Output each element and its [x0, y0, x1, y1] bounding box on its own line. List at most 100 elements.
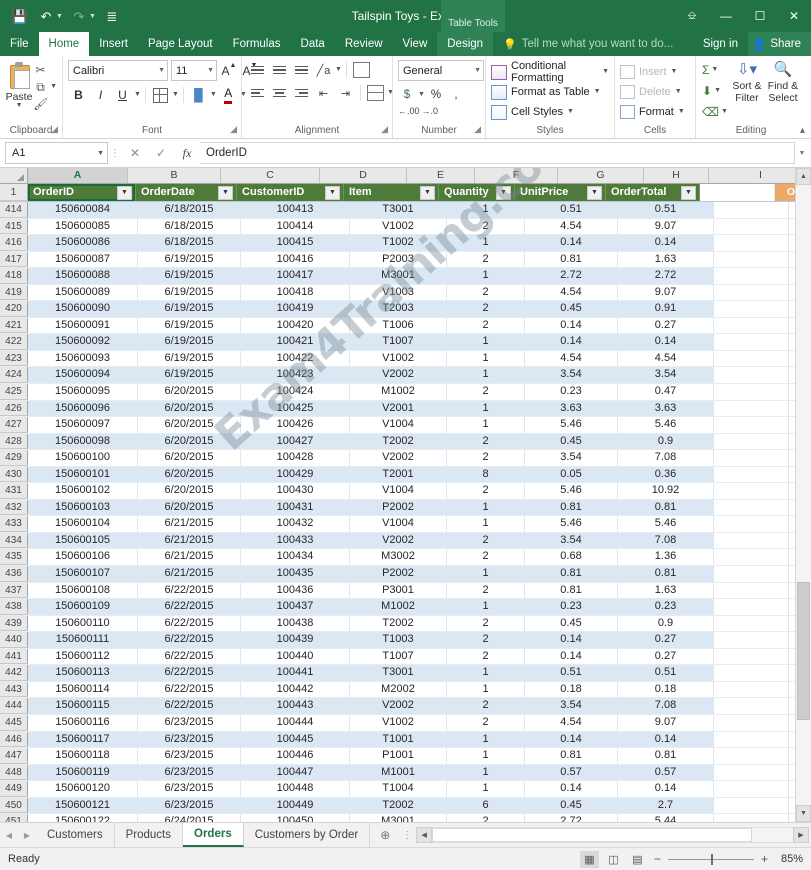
cell-H446[interactable] [714, 731, 789, 748]
cell-C416[interactable]: 100415 [241, 235, 350, 251]
cell-G420[interactable]: 0.91 [618, 301, 714, 317]
sheet-tab-orders[interactable]: Orders [183, 823, 244, 847]
cell-B431[interactable]: 6/20/2015 [138, 483, 241, 499]
font-size-combo[interactable]: 11 ▼ [171, 60, 217, 81]
cell-A432[interactable]: 150600103 [28, 499, 138, 516]
insert-cells-dropdown-icon[interactable]: ▼ [671, 68, 678, 75]
cell-C431[interactable]: 100430 [241, 483, 350, 499]
cell-I424[interactable] [789, 367, 795, 384]
cell-F426[interactable]: 3.63 [525, 400, 618, 417]
comma-format-button[interactable]: , [447, 85, 465, 104]
row-header-440[interactable]: 440 [0, 632, 28, 648]
cell-I434[interactable] [789, 532, 795, 549]
table-row[interactable]: 436 150600107 6/21/2015 100435 P2002 1 0.81 0.8… [0, 566, 795, 583]
tell-me-box[interactable]: 💡 Tell me what you want to do... [503, 32, 673, 56]
cell-B439[interactable]: 6/22/2015 [138, 615, 241, 632]
row-header-432[interactable]: 432 [0, 499, 28, 516]
cell-E451[interactable]: 2 [447, 814, 525, 822]
table-row[interactable]: 445 150600116 6/23/2015 100444 V1002 2 4.54 9.0… [0, 714, 795, 732]
cell-A450[interactable]: 150600121 [28, 797, 138, 814]
table-row[interactable]: 441 150600112 6/22/2015 100440 T1007 2 0.14 0.2… [0, 648, 795, 666]
cell-E449[interactable]: 1 [447, 781, 525, 797]
cell-G450[interactable]: 2.7 [618, 797, 714, 814]
previous-sheet-icon[interactable]: ◀ [0, 823, 18, 847]
cell-C424[interactable]: 100423 [241, 367, 350, 384]
cell-C423[interactable]: 100422 [241, 350, 350, 367]
cell-F434[interactable]: 3.54 [525, 532, 618, 549]
table-row[interactable]: 428 150600098 6/20/2015 100427 T2002 2 0.45 0.9 [0, 433, 795, 451]
redo-dropdown-icon[interactable]: ▼ [89, 13, 96, 20]
cell-styles-button[interactable]: Cell Styles ▼ [491, 102, 574, 122]
conditional-formatting-button[interactable]: Conditional Formatting ▼ [491, 60, 609, 84]
cell-H445[interactable] [714, 714, 789, 731]
cell-C441[interactable]: 100440 [241, 648, 350, 665]
cell-E448[interactable]: 1 [447, 764, 525, 781]
cell-B441[interactable]: 6/22/2015 [138, 648, 241, 665]
decrease-decimal-button[interactable]: →.0 [422, 106, 439, 116]
cell-C448[interactable]: 100447 [241, 764, 350, 781]
column-header-i[interactable]: I [709, 168, 795, 183]
underline-dropdown-icon[interactable]: ▼ [134, 91, 141, 98]
tab-data[interactable]: Data [291, 32, 335, 56]
cell-D419[interactable]: V1003 [350, 284, 447, 301]
filter-dropdown-icon-quantity[interactable]: ▼ [496, 185, 511, 200]
vertical-scrollbar[interactable]: ▲ ▼ [795, 168, 811, 822]
cell-E426[interactable]: 1 [447, 400, 525, 417]
align-center-button[interactable] [269, 83, 290, 103]
cell-I447[interactable] [789, 748, 795, 764]
undo-dropdown-icon[interactable]: ▼ [56, 13, 63, 20]
horizontal-scrollbar-track[interactable] [432, 827, 793, 843]
cell-F449[interactable]: 0.14 [525, 781, 618, 797]
tab-view[interactable]: View [393, 32, 438, 56]
cell-E445[interactable]: 2 [447, 714, 525, 731]
font-size-chevron-down-icon[interactable]: ▼ [203, 67, 214, 74]
merge-center-button[interactable] [365, 83, 386, 103]
cell-I438[interactable] [789, 599, 795, 615]
cell-I426[interactable] [789, 400, 795, 417]
cut-button[interactable]: ✂ [33, 62, 57, 78]
table-row[interactable]: 415 150600085 6/18/2015 100414 V1002 2 4.54 9.0… [0, 218, 795, 236]
cell-D421[interactable]: T1006 [350, 317, 447, 334]
expand-formula-bar-icon[interactable]: ▼ [795, 150, 809, 157]
row-header-442[interactable]: 442 [0, 665, 28, 681]
row-header-428[interactable]: 428 [0, 433, 28, 450]
cell-F437[interactable]: 0.81 [525, 582, 618, 599]
sign-in-button[interactable]: Sign in [697, 38, 744, 50]
cell-E432[interactable]: 1 [447, 499, 525, 516]
row-header-423[interactable]: 423 [0, 350, 28, 367]
cell-E423[interactable]: 1 [447, 350, 525, 367]
cell-F444[interactable]: 3.54 [525, 698, 618, 714]
align-bottom-button[interactable] [291, 60, 312, 80]
row-header-420[interactable]: 420 [0, 301, 28, 317]
cell-G447[interactable]: 0.81 [618, 748, 714, 764]
restore-icon[interactable]: ☐ [743, 0, 777, 32]
cell-E427[interactable]: 1 [447, 417, 525, 433]
row-header-434[interactable]: 434 [0, 532, 28, 549]
cell-B422[interactable]: 6/19/2015 [138, 334, 241, 350]
font-name-chevron-down-icon[interactable]: ▼ [154, 67, 165, 74]
cell-H432[interactable] [714, 499, 789, 516]
row-header-416[interactable]: 416 [0, 235, 28, 251]
add-sheet-icon[interactable]: ⊕ [370, 823, 400, 847]
cell-C451[interactable]: 100450 [241, 814, 350, 822]
cell-B444[interactable]: 6/22/2015 [138, 698, 241, 714]
cell-D443[interactable]: M2002 [350, 681, 447, 698]
row-header-449[interactable]: 449 [0, 781, 28, 797]
cell-G417[interactable]: 1.63 [618, 251, 714, 268]
cell-H449[interactable] [714, 781, 789, 797]
table-row[interactable]: 419 150600089 6/19/2015 100418 V1003 2 4.54 9.0… [0, 284, 795, 302]
next-sheet-icon[interactable]: ▶ [18, 823, 36, 847]
cell-G419[interactable]: 9.07 [618, 284, 714, 301]
cell-B417[interactable]: 6/19/2015 [138, 251, 241, 268]
cell-G448[interactable]: 0.57 [618, 764, 714, 781]
cell-D431[interactable]: V1004 [350, 483, 447, 499]
filter-dropdown-icon-ordertotal[interactable]: ▼ [681, 185, 696, 200]
cell-C442[interactable]: 100441 [241, 665, 350, 681]
underline-button[interactable]: U [112, 85, 133, 105]
column-header-c[interactable]: C [221, 168, 320, 183]
borders-dropdown-icon[interactable]: ▼ [172, 91, 179, 98]
zoom-in-button[interactable]: + [759, 852, 770, 866]
cell-A438[interactable]: 150600109 [28, 599, 138, 615]
table-header-quantity[interactable]: Quantity ▼ [439, 184, 515, 201]
cell-E414[interactable]: 1 [447, 202, 525, 218]
